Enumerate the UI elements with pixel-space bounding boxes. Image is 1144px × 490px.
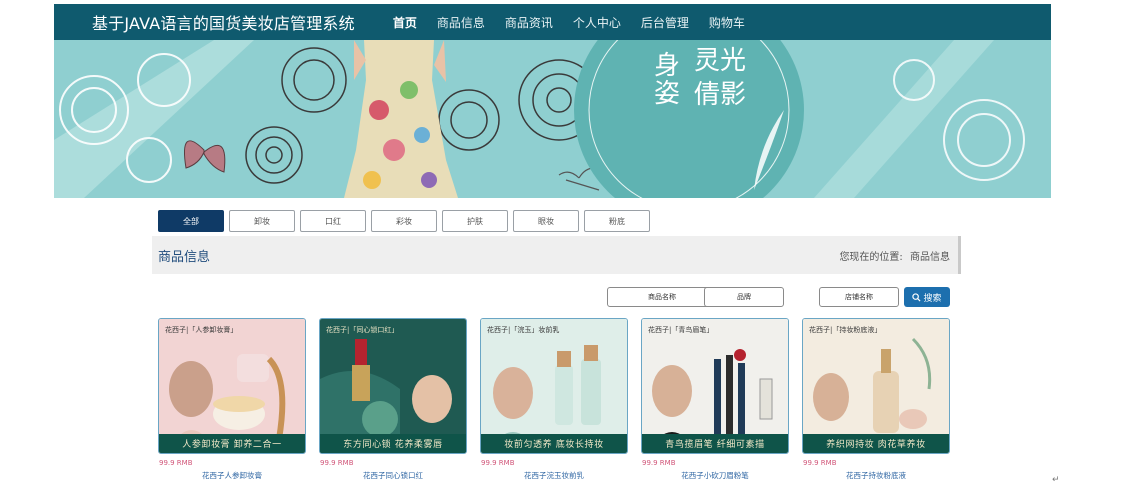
- brand-input[interactable]: 品牌: [704, 287, 784, 307]
- nav-news[interactable]: 商品资讯: [505, 14, 553, 31]
- nav-cart[interactable]: 购物车: [709, 14, 745, 31]
- product-image[interactable]: 花西子|「人参卸妆膏」 人参卸妆膏 卸养二合一: [158, 318, 306, 454]
- product-brand-line: 花西子|「青鸟眉笔」: [648, 326, 714, 334]
- product-price: 99.9 RMB: [803, 459, 837, 467]
- hero-banner[interactable]: 身姿 灵光倩影: [54, 40, 1051, 198]
- product-image[interactable]: 花西子|「同心锁口红」 东方同心锁 花养柔雾唇: [319, 318, 467, 454]
- category-all[interactable]: 全部: [158, 210, 224, 232]
- product-caption: 养织网持妆 肉花草养妆: [803, 434, 949, 453]
- product-name-input[interactable]: 商品名称: [607, 287, 717, 307]
- product-caption: 人参卸妆膏 卸养二合一: [159, 434, 305, 453]
- category-tabs: 全部 卸妆 口红 彩妆 护肤 眼妆 粉底: [158, 210, 650, 232]
- product-price: 99.9 RMB: [642, 459, 676, 467]
- page: 基于JAVA语言的国货美妆店管理系统 首页 商品信息 商品资讯 个人中心 后台管…: [54, 0, 1051, 490]
- product-price: 99.9 RMB: [320, 459, 354, 467]
- product-name-link[interactable]: 花西子浣玉妆前乳: [480, 470, 628, 481]
- product-brand-line: 花西子|「人参卸妆膏」: [165, 326, 238, 334]
- nav-profile[interactable]: 个人中心: [573, 14, 621, 31]
- category-eye-makeup[interactable]: 眼妆: [513, 210, 579, 232]
- section-header: 商品信息 您现在的位置: 商品信息: [152, 236, 961, 274]
- product-card[interactable]: 花西子|「浣玉」妆前乳 妆前匀透养 底妆长持妆 99.9 RMB 花西子浣玉妆前…: [480, 318, 628, 481]
- banner-artwork: [54, 40, 1051, 198]
- search-row: 商品名称 品牌 店铺名称 搜索: [54, 287, 1051, 307]
- product-image[interactable]: 花西子|「持妆粉底液」 养织网持妆 肉花草养妆: [802, 318, 950, 454]
- product-brand-line: 花西子|「同心锁口红」: [326, 326, 399, 334]
- product-caption: 青鸟揽眉笔 纤细可素描: [642, 434, 788, 453]
- banner-headline-2: 灵光倩影: [694, 46, 747, 110]
- product-brand-line: 花西子|「浣玉」妆前乳: [487, 326, 560, 334]
- breadcrumb-current[interactable]: 商品信息: [910, 252, 950, 263]
- product-card[interactable]: 花西子|「人参卸妆膏」 人参卸妆膏 卸养二合一 99.9 RMB 花西子人参卸妆…: [158, 318, 306, 481]
- search-icon: [912, 292, 921, 302]
- breadcrumb-label: 您现在的位置:: [839, 251, 903, 263]
- product-price: 99.9 RMB: [159, 459, 193, 467]
- search-button-label: 搜索: [923, 293, 942, 304]
- category-foundation[interactable]: 粉底: [584, 210, 650, 232]
- search-button[interactable]: 搜索: [904, 287, 950, 307]
- product-name-link[interactable]: 花西子同心锁口红: [319, 470, 467, 481]
- category-lipstick[interactable]: 口红: [300, 210, 366, 232]
- product-card[interactable]: 花西子|「持妆粉底液」 养织网持妆 肉花草养妆 99.9 RMB 花西子持妆粉底…: [802, 318, 950, 481]
- section-title: 商品信息: [158, 249, 211, 265]
- product-name-link[interactable]: 花西子人参卸妆膏: [158, 470, 306, 481]
- product-card[interactable]: 花西子|「青鸟眉笔」 青鸟揽眉笔 纤细可素描 99.9 RMB 花西子小砍刀眉粉…: [641, 318, 789, 481]
- nav-products[interactable]: 商品信息: [437, 14, 485, 31]
- product-brand-line: 花西子|「持妆粉底液」: [809, 326, 882, 334]
- category-color-makeup[interactable]: 彩妆: [371, 210, 437, 232]
- product-image[interactable]: 花西子|「浣玉」妆前乳 妆前匀透养 底妆长持妆: [480, 318, 628, 454]
- top-navigation-bar: 基于JAVA语言的国货美妆店管理系统 首页 商品信息 商品资讯 个人中心 后台管…: [54, 4, 1051, 40]
- category-skincare[interactable]: 护肤: [442, 210, 508, 232]
- product-price: 99.9 RMB: [481, 459, 515, 467]
- site-title: 基于JAVA语言的国货美妆店管理系统: [92, 14, 355, 33]
- return-mark-icon: ↵: [1052, 475, 1060, 485]
- shop-name-input[interactable]: 店铺名称: [819, 287, 899, 307]
- product-image[interactable]: 花西子|「青鸟眉笔」 青鸟揽眉笔 纤细可素描: [641, 318, 789, 454]
- product-card[interactable]: 花西子|「同心锁口红」 东方同心锁 花养柔雾唇 99.9 RMB 花西子同心锁口…: [319, 318, 467, 481]
- product-name-link[interactable]: 花西子小砍刀眉粉笔: [641, 470, 789, 481]
- product-caption: 妆前匀透养 底妆长持妆: [481, 434, 627, 453]
- banner-headline-1: 身姿: [654, 51, 681, 109]
- nav-admin[interactable]: 后台管理: [641, 14, 689, 31]
- category-makeup-remover[interactable]: 卸妆: [229, 210, 295, 232]
- breadcrumb: 您现在的位置: 商品信息: [839, 248, 950, 263]
- nav-home[interactable]: 首页: [393, 14, 417, 31]
- main-nav: 首页 商品信息 商品资讯 个人中心 后台管理 购物车: [393, 14, 765, 31]
- product-name-link[interactable]: 花西子持妆粉底液: [802, 470, 950, 481]
- product-caption: 东方同心锁 花养柔雾唇: [320, 434, 466, 453]
